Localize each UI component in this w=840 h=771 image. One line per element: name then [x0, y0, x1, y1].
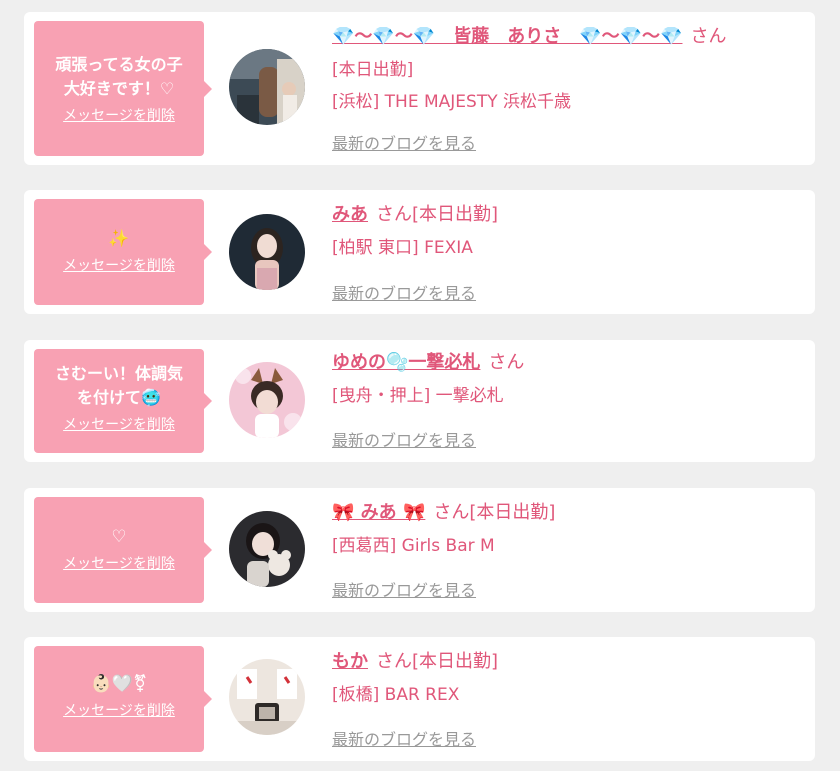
name-line: 🎀 みあ 🎀 さん[本日出勤] [332, 500, 799, 526]
honorific: さん [690, 26, 727, 47]
message-bubble: ✨ メッセージを削除 [34, 199, 212, 305]
name-line: もか さん[本日出勤] [332, 649, 799, 675]
message-text: さむーい！体調気 を付けて🥶 [54, 364, 183, 407]
latest-blog-link[interactable]: 最新のブログを見る [332, 427, 476, 451]
avatar-photo-icon [229, 511, 305, 587]
latest-blog-link[interactable]: 最新のブログを見る [332, 577, 476, 601]
message-bubble: さむーい！体調気 を付けて🥶 メッセージを削除 [34, 349, 212, 453]
latest-blog-link[interactable]: 最新のブログを見る [332, 130, 476, 154]
shop-text: [浜松] THE MAJESTY 浜松千歳 [332, 92, 571, 112]
avatar[interactable] [229, 511, 305, 587]
avatar-photo-icon [229, 659, 305, 735]
status-text: [本日出勤] [332, 60, 414, 80]
honorific: さん [376, 651, 412, 672]
latest-blog-link[interactable]: 最新のブログを見る [332, 280, 476, 304]
message-text: 👶🏻🤍⚧ [90, 674, 148, 694]
avatar[interactable] [229, 659, 305, 735]
avatar[interactable] [229, 49, 305, 125]
name-line: みあ さん[本日出勤] [332, 202, 799, 228]
status-text: [本日出勤] [412, 204, 499, 225]
message-bubble: 👶🏻🤍⚧ メッセージを削除 [34, 646, 212, 752]
favorite-info: ゆめの🫧一撃必札 さん [曳舟・押上] 一撃必札 [332, 350, 799, 409]
favorite-info: 🎀 みあ 🎀 さん[本日出勤] [西葛西] Girls Bar M [332, 500, 799, 559]
name-line: 💎〜💎〜💎 皆藤 ありさ 💎〜💎〜💎 さん [332, 24, 799, 50]
cast-name-link[interactable]: 🎀 みあ 🎀 [332, 502, 425, 523]
delete-message-link[interactable]: メッセージを削除 [63, 105, 175, 125]
status-text: [本日出勤] [412, 651, 499, 672]
message-bubble: ♡ メッセージを削除 [34, 497, 212, 603]
favorite-card: さむーい！体調気 を付けて🥶 メッセージを削除 ゆめの🫧一撃必札 さん [曳舟・押… [24, 340, 815, 462]
delete-message-link[interactable]: メッセージを削除 [63, 255, 175, 275]
honorific: さん [488, 352, 525, 373]
avatar-photo-icon [229, 49, 305, 125]
favorite-info: 💎〜💎〜💎 皆藤 ありさ 💎〜💎〜💎 さん [本日出勤] [浜松] THE MAJ… [332, 24, 799, 115]
favorites-list: 頑張ってる女の子 大好きです！♡ メッセージを削除 💎〜💎〜💎 皆藤 ありさ 💎… [0, 0, 840, 771]
cast-name-link[interactable]: みあ [332, 204, 368, 225]
avatar[interactable] [229, 362, 305, 438]
favorite-card: ✨ メッセージを削除 みあ さん[本日出勤] [柏駅 東口] FEXIA 最新のブ… [24, 190, 815, 314]
favorite-info: みあ さん[本日出勤] [柏駅 東口] FEXIA [332, 202, 799, 261]
delete-message-link[interactable]: メッセージを削除 [63, 414, 175, 434]
avatar-photo-icon [229, 214, 305, 290]
delete-message-link[interactable]: メッセージを削除 [63, 700, 175, 720]
favorite-card: 頑張ってる女の子 大好きです！♡ メッセージを削除 💎〜💎〜💎 皆藤 ありさ 💎… [24, 12, 815, 165]
message-text: ✨ [108, 229, 130, 249]
favorite-card: ♡ メッセージを削除 🎀 みあ 🎀 さん[本日出勤] [西葛西] Girls Ba… [24, 488, 815, 612]
status-text: [本日出勤] [469, 502, 556, 523]
shop-text: [曳舟・押上] 一撃必札 [332, 386, 504, 406]
avatar-photo-icon [229, 362, 305, 438]
cast-name-link[interactable]: もか [332, 651, 368, 672]
shop-text: [板橋] BAR REX [332, 685, 460, 705]
latest-blog-link[interactable]: 最新のブログを見る [332, 726, 476, 750]
favorite-card: 👶🏻🤍⚧ メッセージを削除 もか さん[本日出勤] [板橋] BAR REX 最新… [24, 637, 815, 761]
delete-message-link[interactable]: メッセージを削除 [63, 553, 175, 573]
message-bubble: 頑張ってる女の子 大好きです！♡ メッセージを削除 [34, 21, 212, 156]
message-text: 頑張ってる女の子 大好きです！♡ [55, 55, 183, 98]
honorific: さん [376, 204, 412, 225]
avatar[interactable] [229, 214, 305, 290]
favorite-info: もか さん[本日出勤] [板橋] BAR REX [332, 649, 799, 708]
cast-name-link[interactable]: 💎〜💎〜💎 皆藤 ありさ 💎〜💎〜💎 [332, 26, 682, 47]
cast-name-link[interactable]: ゆめの🫧一撃必札 [332, 352, 480, 373]
shop-text: [西葛西] Girls Bar M [332, 536, 495, 556]
honorific: さん [433, 502, 470, 523]
name-line: ゆめの🫧一撃必札 さん [332, 350, 799, 376]
message-text: ♡ [111, 527, 127, 547]
shop-text: [柏駅 東口] FEXIA [332, 238, 473, 258]
